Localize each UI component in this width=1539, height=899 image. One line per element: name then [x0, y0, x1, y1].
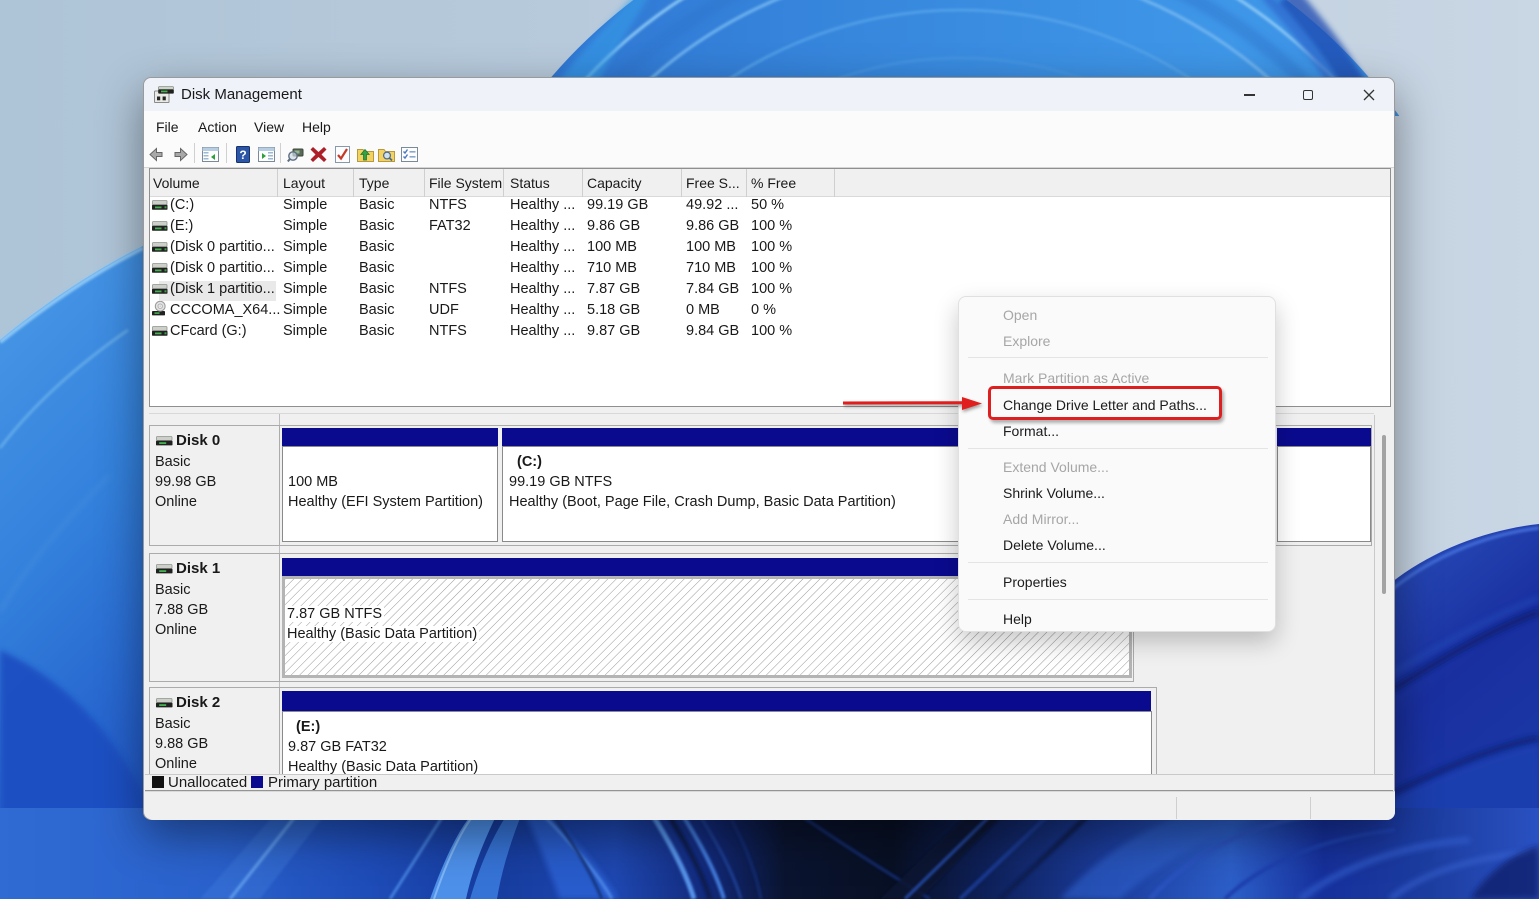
svg-text:?: ? — [239, 148, 246, 162]
